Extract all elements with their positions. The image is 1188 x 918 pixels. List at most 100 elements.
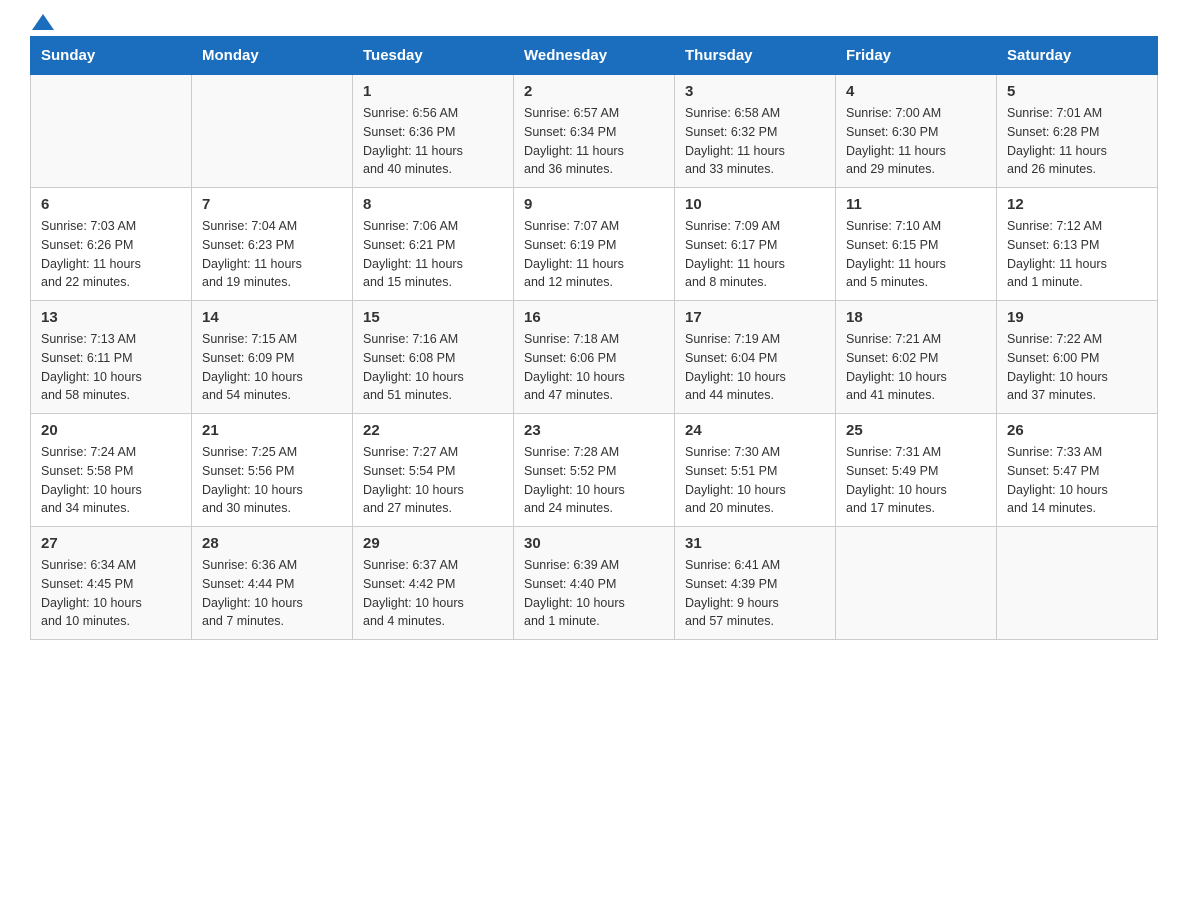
day-info: Sunrise: 7:12 AM Sunset: 6:13 PM Dayligh… bbox=[1007, 217, 1147, 292]
calendar-week-row: 13Sunrise: 7:13 AM Sunset: 6:11 PM Dayli… bbox=[31, 301, 1158, 414]
calendar-cell: 16 Sunrise: 7:18 AM Sunset: 6:06 PM Dayli… bbox=[514, 301, 675, 414]
calendar-cell: 26 Sunrise: 7:33 AM Sunset: 5:47 PM Dayli… bbox=[997, 414, 1158, 527]
calendar-cell: 24 Sunrise: 7:30 AM Sunset: 5:51 PM Dayli… bbox=[675, 414, 836, 527]
day-number: 28 bbox=[202, 535, 342, 552]
day-info: Sunrise: 7:13 AM Sunset: 6:11 PM Dayligh… bbox=[41, 330, 181, 405]
calendar-week-row: 20 Sunrise: 7:24 AM Sunset: 5:58 PM Dayli… bbox=[31, 414, 1158, 527]
calendar-cell: 1 Sunrise: 6:56 AM Sunset: 6:36 PM Daylig… bbox=[353, 75, 514, 188]
day-number: 22 bbox=[363, 422, 503, 439]
calendar-cell: 27Sunrise: 6:34 AM Sunset: 4:45 PM Dayli… bbox=[31, 527, 192, 640]
calendar-cell: 31 Sunrise: 6:41 AM Sunset: 4:39 PM Dayli… bbox=[675, 527, 836, 640]
calendar-header-row: SundayMondayTuesdayWednesdayThursdayFrid… bbox=[31, 37, 1158, 75]
day-number: 14 bbox=[202, 309, 342, 326]
calendar-table: SundayMondayTuesdayWednesdayThursdayFrid… bbox=[30, 36, 1158, 640]
day-info: Sunrise: 7:16 AM Sunset: 6:08 PM Dayligh… bbox=[363, 330, 503, 405]
day-number: 9 bbox=[524, 196, 664, 213]
day-info: Sunrise: 7:21 AM Sunset: 6:02 PM Dayligh… bbox=[846, 330, 986, 405]
day-number: 17 bbox=[685, 309, 825, 326]
day-info: Sunrise: 7:10 AM Sunset: 6:15 PM Dayligh… bbox=[846, 217, 986, 292]
weekday-header-wednesday: Wednesday bbox=[514, 37, 675, 75]
day-info: Sunrise: 7:06 AM Sunset: 6:21 PM Dayligh… bbox=[363, 217, 503, 292]
day-number: 7 bbox=[202, 196, 342, 213]
page-header bbox=[30, 20, 1158, 26]
calendar-cell: 30 Sunrise: 6:39 AM Sunset: 4:40 PM Dayli… bbox=[514, 527, 675, 640]
calendar-cell: 19 Sunrise: 7:22 AM Sunset: 6:00 PM Dayli… bbox=[997, 301, 1158, 414]
day-info: Sunrise: 7:01 AM Sunset: 6:28 PM Dayligh… bbox=[1007, 104, 1147, 179]
day-number: 11 bbox=[846, 196, 986, 213]
day-info: Sunrise: 7:09 AM Sunset: 6:17 PM Dayligh… bbox=[685, 217, 825, 292]
weekday-header-thursday: Thursday bbox=[675, 37, 836, 75]
calendar-cell bbox=[31, 75, 192, 188]
calendar-cell: 6 Sunrise: 7:03 AM Sunset: 6:26 PM Daylig… bbox=[31, 188, 192, 301]
calendar-cell: 20 Sunrise: 7:24 AM Sunset: 5:58 PM Dayli… bbox=[31, 414, 192, 527]
day-number: 1 bbox=[363, 83, 503, 100]
day-number: 3 bbox=[685, 83, 825, 100]
day-info: Sunrise: 7:15 AM Sunset: 6:09 PM Dayligh… bbox=[202, 330, 342, 405]
day-info: Sunrise: 7:25 AM Sunset: 5:56 PM Dayligh… bbox=[202, 443, 342, 518]
logo bbox=[30, 20, 54, 26]
calendar-week-row: 6 Sunrise: 7:03 AM Sunset: 6:26 PM Daylig… bbox=[31, 188, 1158, 301]
day-info: Sunrise: 6:36 AM Sunset: 4:44 PM Dayligh… bbox=[202, 556, 342, 631]
day-info: Sunrise: 6:39 AM Sunset: 4:40 PM Dayligh… bbox=[524, 556, 664, 631]
weekday-header-sunday: Sunday bbox=[31, 37, 192, 75]
day-info: Sunrise: 7:27 AM Sunset: 5:54 PM Dayligh… bbox=[363, 443, 503, 518]
calendar-cell: 4 Sunrise: 7:00 AM Sunset: 6:30 PM Daylig… bbox=[836, 75, 997, 188]
day-info: Sunrise: 7:24 AM Sunset: 5:58 PM Dayligh… bbox=[41, 443, 181, 518]
day-info: Sunrise: 7:18 AM Sunset: 6:06 PM Dayligh… bbox=[524, 330, 664, 405]
calendar-cell: 3 Sunrise: 6:58 AM Sunset: 6:32 PM Daylig… bbox=[675, 75, 836, 188]
day-number: 2 bbox=[524, 83, 664, 100]
day-number: 29 bbox=[363, 535, 503, 552]
day-number: 19 bbox=[1007, 309, 1147, 326]
day-number: 4 bbox=[846, 83, 986, 100]
day-number: 10 bbox=[685, 196, 825, 213]
day-info: Sunrise: 7:00 AM Sunset: 6:30 PM Dayligh… bbox=[846, 104, 986, 179]
calendar-cell: 8Sunrise: 7:06 AM Sunset: 6:21 PM Daylig… bbox=[353, 188, 514, 301]
calendar-cell: 10 Sunrise: 7:09 AM Sunset: 6:17 PM Dayli… bbox=[675, 188, 836, 301]
calendar-cell: 17Sunrise: 7:19 AM Sunset: 6:04 PM Dayli… bbox=[675, 301, 836, 414]
calendar-cell: 2Sunrise: 6:57 AM Sunset: 6:34 PM Daylig… bbox=[514, 75, 675, 188]
calendar-cell: 22 Sunrise: 7:27 AM Sunset: 5:54 PM Dayli… bbox=[353, 414, 514, 527]
calendar-cell: 9 Sunrise: 7:07 AM Sunset: 6:19 PM Daylig… bbox=[514, 188, 675, 301]
day-info: Sunrise: 7:22 AM Sunset: 6:00 PM Dayligh… bbox=[1007, 330, 1147, 405]
day-number: 26 bbox=[1007, 422, 1147, 439]
calendar-cell bbox=[836, 527, 997, 640]
day-number: 23 bbox=[524, 422, 664, 439]
calendar-cell: 12 Sunrise: 7:12 AM Sunset: 6:13 PM Dayli… bbox=[997, 188, 1158, 301]
logo-triangle-icon bbox=[32, 12, 54, 32]
weekday-header-saturday: Saturday bbox=[997, 37, 1158, 75]
day-number: 31 bbox=[685, 535, 825, 552]
day-info: Sunrise: 7:07 AM Sunset: 6:19 PM Dayligh… bbox=[524, 217, 664, 292]
weekday-header-tuesday: Tuesday bbox=[353, 37, 514, 75]
day-info: Sunrise: 6:58 AM Sunset: 6:32 PM Dayligh… bbox=[685, 104, 825, 179]
day-number: 6 bbox=[41, 196, 181, 213]
calendar-cell: 14 Sunrise: 7:15 AM Sunset: 6:09 PM Dayli… bbox=[192, 301, 353, 414]
day-info: Sunrise: 6:41 AM Sunset: 4:39 PM Dayligh… bbox=[685, 556, 825, 631]
calendar-cell: 18Sunrise: 7:21 AM Sunset: 6:02 PM Dayli… bbox=[836, 301, 997, 414]
day-number: 5 bbox=[1007, 83, 1147, 100]
calendar-cell: 13Sunrise: 7:13 AM Sunset: 6:11 PM Dayli… bbox=[31, 301, 192, 414]
day-info: Sunrise: 7:30 AM Sunset: 5:51 PM Dayligh… bbox=[685, 443, 825, 518]
calendar-cell: 15Sunrise: 7:16 AM Sunset: 6:08 PM Dayli… bbox=[353, 301, 514, 414]
calendar-cell: 23 Sunrise: 7:28 AM Sunset: 5:52 PM Dayli… bbox=[514, 414, 675, 527]
day-number: 16 bbox=[524, 309, 664, 326]
calendar-cell bbox=[997, 527, 1158, 640]
day-number: 30 bbox=[524, 535, 664, 552]
day-number: 24 bbox=[685, 422, 825, 439]
day-info: Sunrise: 6:56 AM Sunset: 6:36 PM Dayligh… bbox=[363, 104, 503, 179]
calendar-cell: 28 Sunrise: 6:36 AM Sunset: 4:44 PM Dayli… bbox=[192, 527, 353, 640]
calendar-cell: 11 Sunrise: 7:10 AM Sunset: 6:15 PM Dayli… bbox=[836, 188, 997, 301]
day-number: 12 bbox=[1007, 196, 1147, 213]
day-number: 21 bbox=[202, 422, 342, 439]
calendar-cell: 7Sunrise: 7:04 AM Sunset: 6:23 PM Daylig… bbox=[192, 188, 353, 301]
calendar-cell: 21 Sunrise: 7:25 AM Sunset: 5:56 PM Dayli… bbox=[192, 414, 353, 527]
day-info: Sunrise: 7:33 AM Sunset: 5:47 PM Dayligh… bbox=[1007, 443, 1147, 518]
calendar-cell: 5 Sunrise: 7:01 AM Sunset: 6:28 PM Daylig… bbox=[997, 75, 1158, 188]
day-number: 25 bbox=[846, 422, 986, 439]
calendar-week-row: 1 Sunrise: 6:56 AM Sunset: 6:36 PM Daylig… bbox=[31, 75, 1158, 188]
day-info: Sunrise: 7:03 AM Sunset: 6:26 PM Dayligh… bbox=[41, 217, 181, 292]
day-number: 20 bbox=[41, 422, 181, 439]
day-number: 27 bbox=[41, 535, 181, 552]
day-info: Sunrise: 7:31 AM Sunset: 5:49 PM Dayligh… bbox=[846, 443, 986, 518]
day-info: Sunrise: 7:28 AM Sunset: 5:52 PM Dayligh… bbox=[524, 443, 664, 518]
calendar-cell: 25 Sunrise: 7:31 AM Sunset: 5:49 PM Dayli… bbox=[836, 414, 997, 527]
